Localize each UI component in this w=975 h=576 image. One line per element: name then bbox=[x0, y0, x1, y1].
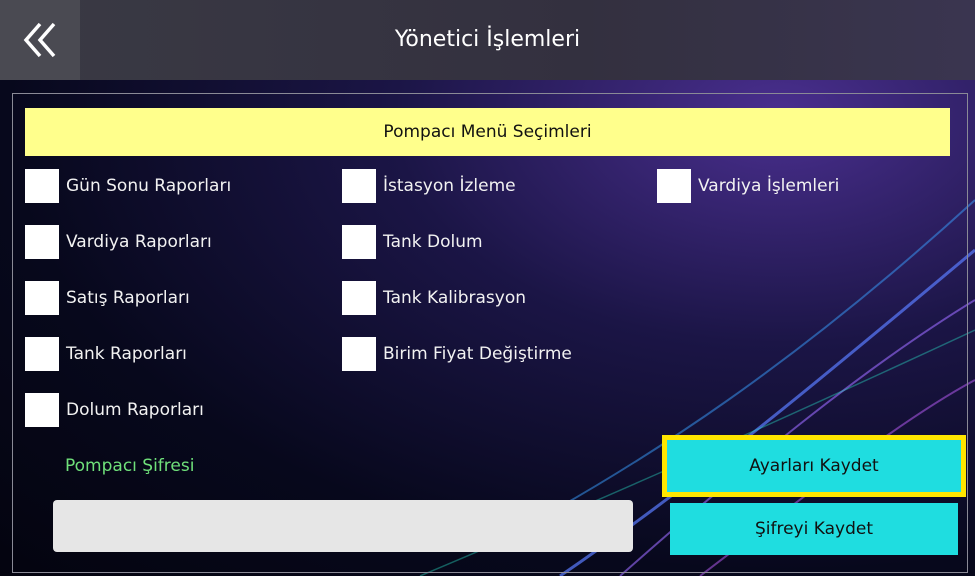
option-birim-fiyat-degistirme[interactable]: Birim Fiyat Değiştirme bbox=[342, 336, 572, 372]
checkbox[interactable] bbox=[342, 337, 376, 371]
option-label: Vardiya İşlemleri bbox=[698, 176, 840, 196]
section-title: Pompacı Menü Seçimleri bbox=[25, 108, 950, 156]
option-vardiya-islemleri[interactable]: Vardiya İşlemleri bbox=[657, 168, 839, 204]
password-label: Pompacı Şifresi bbox=[65, 456, 195, 476]
checkbox[interactable] bbox=[25, 281, 59, 315]
option-label: Tank Dolum bbox=[383, 232, 483, 252]
save-password-button[interactable]: Şifreyi Kaydet bbox=[670, 503, 958, 555]
option-label: İstasyon İzleme bbox=[383, 176, 516, 196]
option-satis-raporlari[interactable]: Satış Raporları bbox=[25, 280, 190, 316]
option-label: Gün Sonu Raporları bbox=[66, 176, 232, 196]
password-input[interactable] bbox=[53, 500, 633, 552]
checkbox[interactable] bbox=[25, 393, 59, 427]
checkbox[interactable] bbox=[342, 169, 376, 203]
double-chevron-left-icon bbox=[23, 22, 56, 58]
option-dolum-raporlari[interactable]: Dolum Raporları bbox=[25, 392, 204, 428]
save-settings-button[interactable]: Ayarları Kaydet bbox=[662, 435, 966, 497]
option-label: Tank Raporları bbox=[66, 344, 187, 364]
option-vardiya-raporlari[interactable]: Vardiya Raporları bbox=[25, 224, 212, 260]
checkbox[interactable] bbox=[342, 225, 376, 259]
back-button[interactable] bbox=[0, 0, 80, 80]
option-label: Satış Raporları bbox=[66, 288, 190, 308]
checkbox[interactable] bbox=[342, 281, 376, 315]
option-gun-sonu-raporlari[interactable]: Gün Sonu Raporları bbox=[25, 168, 231, 204]
checkbox[interactable] bbox=[25, 337, 59, 371]
option-label: Dolum Raporları bbox=[66, 400, 204, 420]
page-title: Yönetici İşlemleri bbox=[394, 27, 581, 52]
option-tank-raporlari[interactable]: Tank Raporları bbox=[25, 336, 187, 372]
option-label: Tank Kalibrasyon bbox=[383, 288, 527, 308]
header-bar: Yönetici İşlemleri bbox=[0, 0, 975, 80]
option-label: Vardiya Raporları bbox=[66, 232, 212, 252]
checkbox[interactable] bbox=[25, 225, 59, 259]
option-label: Birim Fiyat Değiştirme bbox=[383, 344, 572, 364]
checkbox[interactable] bbox=[25, 169, 59, 203]
option-tank-kalibrasyon[interactable]: Tank Kalibrasyon bbox=[342, 280, 526, 316]
checkbox[interactable] bbox=[657, 169, 691, 203]
option-tank-dolum[interactable]: Tank Dolum bbox=[342, 224, 483, 260]
option-istasyon-izleme[interactable]: İstasyon İzleme bbox=[342, 168, 516, 204]
